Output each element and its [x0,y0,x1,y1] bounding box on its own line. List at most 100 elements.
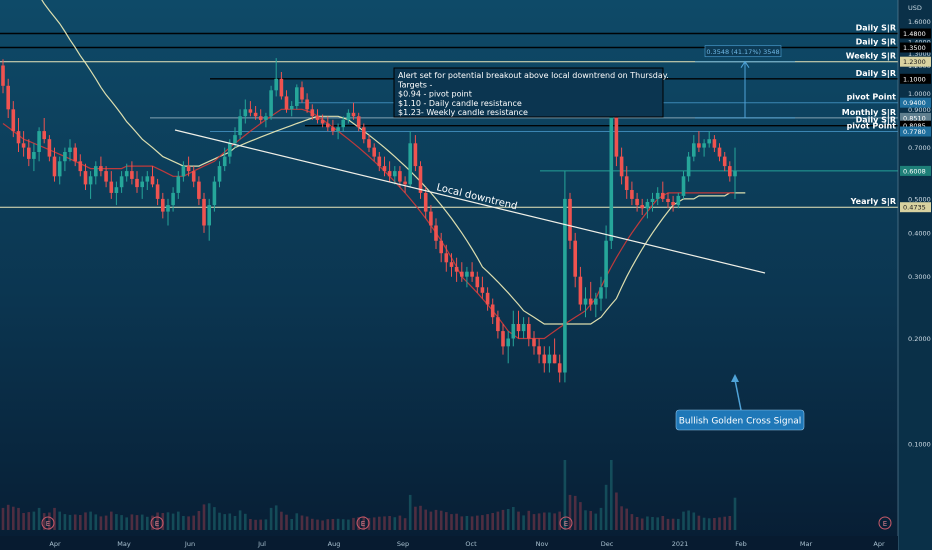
price-label-text: 1.4800 [903,30,926,38]
note-line: Targets - [397,80,432,89]
candle-body [78,161,83,172]
candle-body [635,198,639,206]
volume-bar [604,484,608,530]
time-tick-label: Apr [873,540,885,548]
volume-bar [53,507,56,530]
volume-bar [347,519,350,530]
candle-body [346,112,351,120]
candle-body [320,119,325,124]
candle-body [243,109,248,117]
candle-body [413,143,418,167]
time-axis-background [0,536,898,550]
candle-body [578,276,583,305]
candle-body [501,331,505,347]
candle-body [63,152,67,162]
volume-bar [527,510,531,530]
candle-body [68,147,72,152]
candle-body [676,195,681,206]
candle-body [52,156,57,177]
candle-body [460,271,464,277]
time-tick-label: Oct [465,540,477,548]
volume-bar [682,511,685,530]
candle-body [547,354,552,364]
candle-body [207,205,211,226]
volume-bar [630,514,634,530]
candle-body [295,87,299,106]
candle-body [532,338,536,347]
candle-body [300,87,304,100]
candle-body [88,176,93,185]
candle-body [202,198,206,226]
level-label: pivot Point [847,122,897,131]
time-tick-label: Mar [800,540,813,548]
volume-bar [677,518,680,530]
candle-body [614,112,619,157]
volume-bar [568,494,572,530]
volume-bar [99,516,103,530]
volume-bar [501,509,505,530]
candle-body [609,112,614,241]
candle-body [692,143,696,157]
volume-bar [671,518,675,530]
volume-bar [656,517,659,530]
volume-bar [517,511,520,530]
candle-body [130,171,134,179]
volume-bar [233,516,237,530]
volume-bar [146,516,149,530]
volume-bar [130,514,134,530]
volume-bar [584,510,587,530]
candle-body [624,176,629,190]
volume-bar [218,512,221,530]
volume-bar [290,519,293,530]
candle-body [485,292,490,305]
candle-body [135,178,139,188]
volume-bar [321,520,324,530]
price-tick-label: 0.4000 [908,229,931,237]
candle-body [217,166,222,182]
candle-body [573,240,577,277]
volume-bar [553,513,556,530]
volume-bar [254,519,257,530]
candle-body [377,156,382,167]
volume-bar [27,512,31,530]
volume-bar [522,515,525,530]
volume-bar [692,512,696,530]
volume-bar [646,516,649,530]
candle-body [212,181,217,206]
volume-bar [187,516,190,530]
candle-body [269,90,273,117]
volume-bar [125,517,128,530]
volume-bar [403,518,407,530]
candle-body [186,166,191,172]
volume-bar [610,460,613,530]
time-tick-label: Nov [536,540,549,548]
volume-bar [640,518,644,530]
candle [269,85,273,120]
volume-bar [460,516,464,530]
volume-bar [171,513,175,530]
time-tick-label: 2021 [672,540,689,548]
level-label: Daily S|R [856,38,896,47]
volume-bar [6,504,10,530]
time-tick-label: Jul [257,540,266,548]
candle-body [583,298,588,305]
price-label-text: 0.6008 [903,167,926,175]
candle-body [351,112,356,117]
volume-bar [594,513,598,530]
candle-body [439,240,443,254]
candle-body [387,171,392,177]
time-tick-label: Apr [49,540,61,548]
volume-bar [326,519,330,530]
candle-body [434,225,438,241]
price-chart[interactable]: Daily S|R Daily S|R Weekly S|R Daily S|R piv… [0,0,932,550]
candle-body [279,78,284,97]
volume-bar [465,516,469,530]
candle-body [722,156,727,167]
volume-bar [506,509,510,530]
volume-bar [228,513,232,530]
candle-body [671,202,675,206]
candle-body [124,171,129,177]
price-tick-label: 0.2000 [908,335,931,343]
volume-bar [79,515,82,530]
time-tick-label: Sep [397,540,409,548]
